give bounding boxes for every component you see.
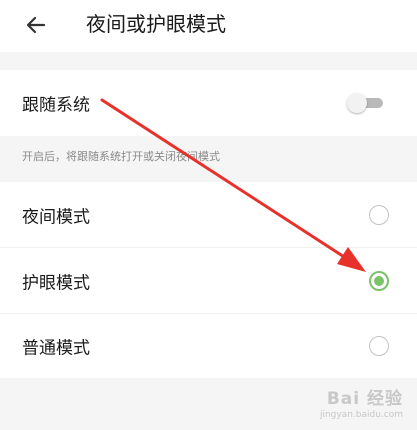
follow-system-row[interactable]: 跟随系统 (0, 70, 417, 136)
hint-area: 开启后，将跟随系统打开或关闭夜间模式 (0, 136, 417, 182)
follow-system-toggle[interactable] (347, 93, 383, 113)
eye-care-mode-row[interactable]: 护眼模式 (0, 248, 417, 314)
follow-system-hint: 开启后，将跟随系统打开或关闭夜间模式 (22, 150, 220, 163)
normal-mode-radio[interactable] (369, 336, 389, 356)
watermark: Bai 经验 jingyan.baidu.com (320, 384, 403, 420)
radio-selected-dot (374, 275, 384, 286)
toggle-knob (347, 93, 367, 113)
night-mode-label: 夜间模式 (22, 207, 90, 227)
eye-care-mode-label: 护眼模式 (22, 273, 90, 293)
section-gap (0, 52, 417, 70)
watermark-url: jingyan.baidu.com (319, 410, 403, 420)
page-title: 夜间或护眼模式 (86, 12, 226, 36)
night-mode-radio[interactable] (369, 204, 389, 225)
night-mode-row[interactable]: 夜间模式 (0, 182, 417, 248)
arrow-left-icon[interactable] (24, 12, 50, 38)
top-bar: 夜间或护眼模式 (0, 0, 417, 52)
eye-care-mode-radio[interactable] (369, 270, 389, 291)
follow-system-label: 跟随系统 (22, 95, 90, 116)
normal-mode-label: 普通模式 (22, 338, 90, 359)
normal-mode-row[interactable]: 普通模式 (0, 314, 417, 378)
watermark-logo: Bai 经验 (326, 389, 403, 409)
